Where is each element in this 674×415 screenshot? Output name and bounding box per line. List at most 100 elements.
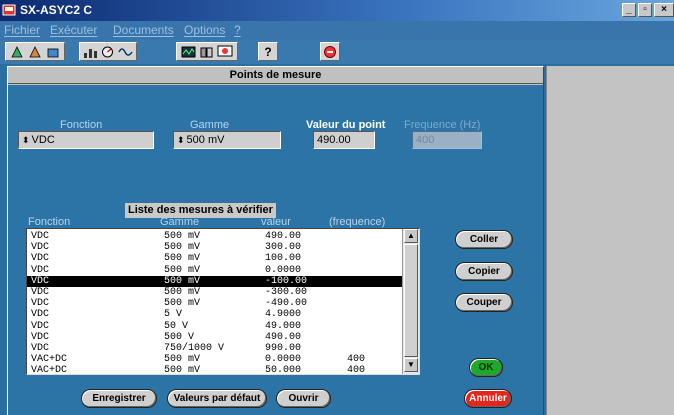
table-row[interactable]: VDC 500 mV -100.00 xyxy=(27,275,402,287)
stop-icon xyxy=(324,45,336,58)
cell-gamme: 500 mV xyxy=(164,354,201,366)
table-row[interactable]: VAC+DC 500 mV 50.000 400 xyxy=(27,365,402,375)
maximize-button[interactable]: ▫ xyxy=(638,3,652,17)
table-row[interactable]: VDC 500 mV 100.00 xyxy=(27,253,402,264)
cell-valeur: 300.00 xyxy=(265,242,302,254)
cell-fonction: VAC+DC xyxy=(31,365,68,375)
cell-valeur: 50.000 xyxy=(265,365,302,375)
dialog-body: Fonction Gamme Valeur du point Frequence… xyxy=(8,85,543,415)
cell-fonction: VDC xyxy=(31,320,50,332)
cell-gamme: 750/1000 V xyxy=(164,343,225,354)
menu-fichier[interactable]: Fichier xyxy=(4,23,40,37)
ouvrir-button[interactable]: Ouvrir xyxy=(276,389,331,408)
cell-gamme: 500 mV xyxy=(164,287,201,298)
cell-valeur: 0.0000 xyxy=(265,264,302,276)
cell-gamme: 500 V xyxy=(164,331,195,343)
scroll-thumb[interactable] xyxy=(404,244,418,357)
cell-valeur: 490.00 xyxy=(265,231,302,242)
monitor-icon[interactable] xyxy=(217,45,233,59)
cell-fonction: VDC xyxy=(31,331,50,343)
menu-bar: Fichier Exécuter Documents Options ? xyxy=(0,21,674,40)
scroll-up-icon[interactable]: ▲ xyxy=(404,229,418,243)
list-title: Liste des mesures à vérifier xyxy=(125,203,276,218)
table-row[interactable]: VDC 5 V 4.9000 xyxy=(27,309,402,320)
window-title: SX-ASYC2 C xyxy=(20,3,93,17)
toolbar-group-scope xyxy=(176,42,238,61)
list-scrollbar[interactable]: ▲ ▼ xyxy=(402,229,419,374)
fonction-select[interactable]: ⬍ VDC xyxy=(18,131,154,149)
stop-button[interactable] xyxy=(320,42,340,61)
cell-valeur: 0.0000 xyxy=(265,354,302,366)
col-header-gamme: Gamme xyxy=(160,216,200,228)
table-row[interactable]: VDC 50 V 49.000 xyxy=(27,321,402,332)
chart-icon[interactable] xyxy=(83,45,98,59)
table-row[interactable]: VDC 500 V 490.00 xyxy=(27,332,402,343)
coller-button[interactable]: Coller xyxy=(455,230,513,249)
tool-a-icon[interactable] xyxy=(10,45,24,59)
table-row[interactable]: VDC 500 mV -300.00 xyxy=(27,287,402,298)
tool-c-icon[interactable] xyxy=(46,45,60,59)
cell-fonction: VDC xyxy=(31,231,50,242)
enregistrer-button[interactable]: Enregistrer xyxy=(81,389,157,408)
scroll-down-icon[interactable]: ▼ xyxy=(404,358,418,372)
couper-button[interactable]: Couper xyxy=(455,293,513,312)
menu-help[interactable]: ? xyxy=(234,23,241,37)
cell-fonction: VDC xyxy=(31,309,50,321)
cell-gamme: 50 V xyxy=(164,320,189,332)
toolbar-group-files xyxy=(5,42,65,61)
menu-options[interactable]: Options xyxy=(184,23,225,37)
cell-fonction: VDC xyxy=(31,343,50,354)
app-icon xyxy=(2,4,16,16)
cell-fonction: VAC+DC xyxy=(31,354,68,366)
dialog-title: Points de mesure xyxy=(8,67,543,84)
cell-gamme: 500 mV xyxy=(164,231,201,242)
cell-gamme: 500 mV xyxy=(164,253,201,265)
meter-icon[interactable] xyxy=(100,45,115,59)
help-button[interactable]: ? xyxy=(258,42,278,61)
cell-valeur: -300.00 xyxy=(265,287,308,298)
ok-button[interactable]: OK xyxy=(469,358,503,377)
col-header-valeur: valeur xyxy=(261,216,291,228)
scope-icon[interactable] xyxy=(181,45,196,59)
annuler-button[interactable]: Annuler xyxy=(464,389,512,408)
wave-icon[interactable] xyxy=(118,45,133,59)
cell-fonction: VDC xyxy=(31,275,50,287)
cell-fonction: VDC xyxy=(31,287,50,298)
tool-b-icon[interactable] xyxy=(28,45,42,59)
cell-valeur: -100.00 xyxy=(265,275,308,287)
copier-button[interactable]: Copier xyxy=(455,262,513,281)
cell-fonction: VDC xyxy=(31,298,50,310)
menu-documents[interactable]: Documents xyxy=(113,23,174,37)
close-button[interactable]: × xyxy=(654,3,674,17)
cell-valeur: 490.00 xyxy=(265,331,302,343)
compare-icon[interactable] xyxy=(199,45,214,59)
spin-arrows-icon: ⬍ xyxy=(22,135,30,145)
cell-valeur: 4.9000 xyxy=(265,309,302,321)
measure-list[interactable]: VDC 500 mV 490.00 VDC 500 mV 300.00 VDC 500 mV 1… xyxy=(26,228,420,375)
side-pane xyxy=(546,66,674,415)
frequence-label: Frequence (Hz) xyxy=(404,119,481,131)
cell-valeur: 49.000 xyxy=(265,320,302,332)
valeurs-defaut-button[interactable]: Valeurs par défaut xyxy=(167,389,267,408)
cell-gamme: 500 mV xyxy=(164,298,201,310)
minimize-button[interactable]: _ xyxy=(622,3,636,17)
gamme-value: 500 mV xyxy=(186,134,225,146)
table-row[interactable]: VDC 500 mV -490.00 xyxy=(27,298,402,309)
valeur-input[interactable]: 490.00 xyxy=(313,131,375,149)
toolbar: ? xyxy=(0,40,674,64)
cell-freq: 400 xyxy=(347,365,366,375)
cell-gamme: 5 V xyxy=(164,309,183,321)
fonction-label: Fonction xyxy=(60,119,103,131)
gamme-select[interactable]: ⬍ 500 mV xyxy=(173,131,281,149)
cell-gamme: 500 mV xyxy=(164,365,201,375)
table-row[interactable]: VDC 500 mV 300.00 xyxy=(27,242,402,253)
table-row[interactable]: VAC+DC 500 mV 0.0000 400 xyxy=(27,354,402,365)
menu-executer[interactable]: Exécuter xyxy=(50,23,97,37)
table-row[interactable]: VDC 500 mV 490.00 xyxy=(27,231,402,242)
cell-gamme: 500 mV xyxy=(164,264,201,276)
cell-gamme: 500 mV xyxy=(164,242,201,254)
cell-fonction: VDC xyxy=(31,242,50,254)
table-row[interactable]: VDC 750/1000 V 990.00 xyxy=(27,343,402,354)
table-row[interactable]: VDC 500 mV 0.0000 xyxy=(27,265,402,276)
cell-valeur: 100.00 xyxy=(265,253,302,265)
